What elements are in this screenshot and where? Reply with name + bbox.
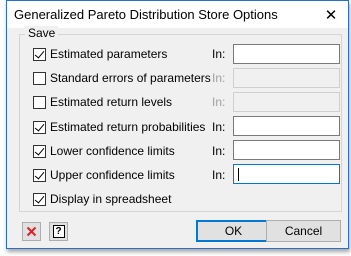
checkbox-label: Estimated return probabilities (50, 120, 206, 134)
option-estimated-parameters[interactable]: Estimated parameters (33, 46, 167, 62)
checkbox-label: Lower confidence limits (50, 144, 175, 158)
checkbox-estimated-return-probabilities[interactable] (33, 120, 46, 134)
title-bar: Generalized Pareto Distribution Store Op… (7, 1, 348, 28)
checkbox-label: Display in spreadsheet (50, 192, 172, 206)
in-label: In: (212, 47, 226, 61)
upper-confidence-limits-field[interactable] (233, 164, 340, 184)
checkbox-estimated-return-levels[interactable] (33, 95, 46, 109)
lower-confidence-limits-field[interactable] (233, 140, 340, 160)
dialog-window: Generalized Pareto Distribution Store Op… (6, 0, 349, 249)
in-label: In: (212, 168, 226, 182)
checkbox-label: Estimated return levels (50, 95, 173, 109)
in-label: In: (212, 95, 226, 109)
cancel-button[interactable]: Cancel (266, 220, 341, 242)
in-label: In: (212, 120, 226, 134)
estimated-parameters-field[interactable] (233, 44, 340, 64)
estimated-return-levels-field (233, 92, 340, 112)
help-button[interactable]: ? (49, 222, 68, 241)
estimated-return-probabilities-field[interactable] (233, 116, 340, 136)
ok-button[interactable]: OK (196, 220, 271, 242)
save-group-label: Save (25, 26, 59, 40)
checkbox-display-in-spreadsheet[interactable] (33, 192, 46, 206)
standard-errors-field (233, 68, 340, 88)
checkbox-standard-errors[interactable] (33, 71, 46, 85)
red-x-icon (26, 226, 37, 237)
option-estimated-return-levels[interactable]: Estimated return levels (33, 94, 172, 110)
in-label: In: (212, 71, 226, 85)
option-estimated-return-probabilities[interactable]: Estimated return probabilities (33, 119, 205, 135)
option-display-in-spreadsheet[interactable]: Display in spreadsheet (33, 191, 171, 207)
checkbox-label: Standard errors of parameters (50, 71, 211, 85)
clear-button[interactable] (22, 222, 41, 241)
checkbox-estimated-parameters[interactable] (33, 47, 46, 61)
checkbox-label: Estimated parameters (50, 47, 168, 61)
option-standard-errors[interactable]: Standard errors of parameters (33, 70, 211, 86)
option-upper-confidence-limits[interactable]: Upper confidence limits (33, 167, 175, 183)
dialog-title: Generalized Pareto Distribution Store Op… (14, 7, 278, 22)
text-caret (238, 168, 239, 181)
option-lower-confidence-limits[interactable]: Lower confidence limits (33, 143, 175, 159)
checkbox-label: Upper confidence limits (50, 168, 175, 182)
checkbox-lower-confidence-limits[interactable] (33, 144, 46, 158)
in-label: In: (212, 144, 226, 158)
checkbox-upper-confidence-limits[interactable] (33, 168, 46, 182)
question-mark-icon: ? (52, 225, 65, 238)
close-icon[interactable]: ✕ (314, 1, 348, 28)
